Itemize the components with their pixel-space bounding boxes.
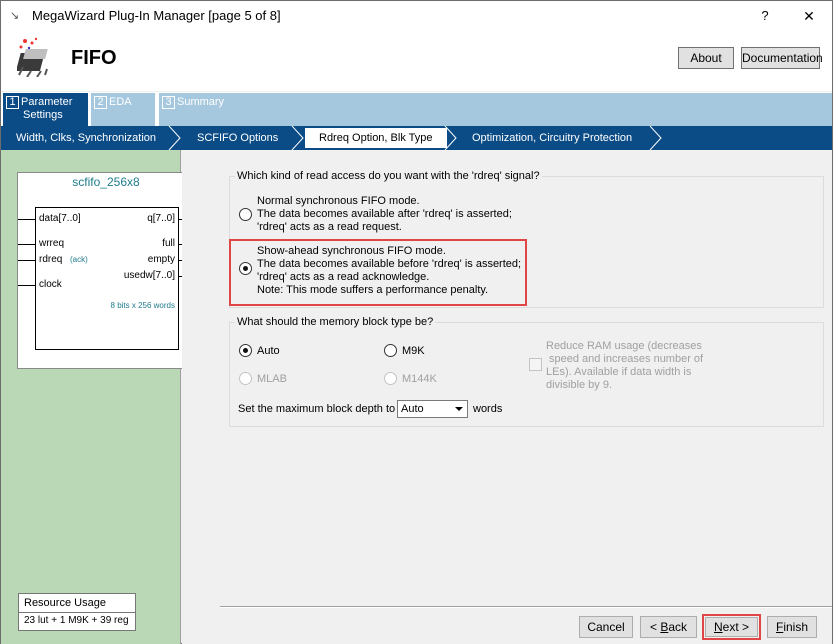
memory-auto-label: Auto: [257, 345, 280, 357]
depth-unit: words: [473, 403, 503, 415]
breadcrumb: Width, Clks, Synchronization SCFIFO Opti…: [1, 126, 832, 150]
port-wrreq: wrreq: [39, 238, 65, 249]
resource-usage-box: Resource Usage 23 lut + 1 M9K + 39 reg: [18, 593, 136, 631]
port-usedw: usedw[7..0]: [123, 270, 175, 281]
crumb-optimization[interactable]: Optimization, Circuitry Protection: [472, 126, 632, 150]
showahead-mode-radio[interactable]: [239, 262, 252, 275]
options-panel: Which kind of read access do you want wi…: [182, 150, 832, 644]
tab-strip-fill: [239, 93, 832, 127]
block-depth-value: Auto: [401, 403, 424, 415]
chevron-down-icon: [455, 407, 463, 411]
title-bar: ↘ MegaWizard Plug-In Manager [page 5 of …: [1, 1, 832, 31]
documentation-button[interactable]: Documentation: [741, 47, 823, 69]
wrreq-input-line: [18, 244, 35, 245]
back-button[interactable]: < Back: [640, 616, 697, 638]
tab-label: Summary: [177, 96, 225, 108]
help-button[interactable]: ?: [751, 5, 779, 27]
resource-usage-title: Resource Usage: [24, 597, 106, 609]
tab-number: 1: [6, 96, 19, 109]
finish-button[interactable]: Finish: [767, 616, 817, 638]
memory-m144k-radio[interactable]: [384, 372, 397, 385]
page-header: FIFO About Documentation: [1, 31, 832, 91]
crumb-scfifo-options[interactable]: SCFIFO Options: [197, 126, 278, 150]
symbol-size-note: 8 bits x 256 words: [110, 301, 175, 310]
memory-m144k-label: M144K: [402, 373, 437, 385]
about-button[interactable]: About: [678, 47, 734, 69]
data-input-line: [18, 219, 35, 220]
tab-eda[interactable]: 2 EDA: [91, 93, 155, 128]
symbol-body: data[7..0] wrreq rdreq (ack) clock q[7..…: [35, 207, 179, 350]
reduce-ram-checkbox[interactable]: [529, 358, 542, 371]
tab-label: EDA: [109, 96, 132, 108]
port-rdreq: rdreq: [39, 254, 63, 265]
page-heading: FIFO: [71, 47, 117, 69]
port-full: full: [162, 238, 175, 249]
showahead-mode-line2: The data becomes available before 'rdreq…: [257, 258, 522, 270]
footer-separator: [220, 606, 832, 608]
resource-usage-value: 23 lut + 1 M9K + 39 reg: [24, 615, 129, 626]
memory-m9k-radio[interactable]: [384, 344, 397, 357]
window-title: MegaWizard Plug-In Manager [page 5 of 8]: [32, 8, 281, 23]
showahead-mode-line4: Note: This mode suffers a performance pe…: [257, 284, 489, 296]
rdreq-input-line: [18, 260, 35, 261]
close-button[interactable]: ✕: [795, 5, 823, 27]
symbol-panel: scfifo_256x8 data[7..0] wrreq rdreq (ack…: [1, 150, 196, 644]
cancel-button[interactable]: Cancel: [579, 616, 633, 638]
port-data: data[7..0]: [39, 213, 81, 224]
tab-number: 2: [94, 96, 107, 109]
depth-label: Set the maximum block depth to: [238, 403, 396, 415]
normal-mode-radio[interactable]: [239, 208, 252, 221]
tab-parameter-settings[interactable]: 1 Parameter Settings: [3, 93, 88, 128]
tab-label: Parameter: [21, 96, 73, 108]
step-tabs: 1 Parameter Settings 2 EDA 3 Summary: [1, 92, 832, 128]
memory-mlab-label: MLAB: [257, 373, 287, 385]
normal-mode-line2: The data becomes available after 'rdreq'…: [257, 208, 512, 220]
fifo-symbol: scfifo_256x8 data[7..0] wrreq rdreq (ack…: [17, 172, 196, 369]
megawizard-logo-icon: [17, 37, 48, 77]
next-accesskey: N: [713, 620, 723, 634]
normal-mode-line1: Normal synchronous FIFO mode.: [257, 195, 420, 207]
crumb-rdreq-option[interactable]: Rdreq Option, Blk Type: [305, 128, 447, 148]
divider: [19, 612, 135, 613]
read-access-question: Which kind of read access do you want wi…: [235, 170, 542, 182]
showahead-mode-line3: 'rdreq' acts as a read acknowledge.: [257, 271, 430, 283]
back-label-prefix: <: [649, 620, 661, 634]
memory-m9k-label: M9K: [402, 345, 425, 357]
back-label-rest: ack: [668, 620, 688, 634]
port-rdreq-note: (ack): [70, 255, 88, 264]
normal-mode-line3: 'rdreq' acts as a read request.: [257, 221, 402, 233]
port-clock: clock: [39, 279, 62, 290]
reduce-ram-line3: LEs). Available if data width is: [546, 366, 692, 378]
port-q: q[7..0]: [147, 213, 175, 224]
next-button[interactable]: Next >: [705, 617, 758, 637]
chevron-right-icon: [444, 126, 457, 150]
finish-label-rest: inish: [783, 620, 809, 634]
tab-label-line2: Settings: [23, 109, 63, 121]
reduce-ram-line1: Reduce RAM usage (decreases: [546, 340, 702, 352]
chevron-right-icon: [168, 126, 181, 150]
clock-input-line: [18, 285, 35, 286]
showahead-mode-line1: Show-ahead synchronous FIFO mode.: [257, 245, 446, 257]
chevron-right-icon: [649, 126, 662, 150]
memory-block-question: What should the memory block type be?: [235, 316, 436, 328]
tab-summary[interactable]: 3 Summary: [158, 93, 239, 128]
symbol-name: scfifo_256x8: [72, 175, 140, 189]
reduce-ram-line4: divisible by 9.: [546, 379, 613, 391]
app-icon: ↘: [10, 10, 20, 22]
reduce-ram-line2: speed and increases number of: [549, 353, 704, 365]
chevron-right-icon: [291, 126, 304, 150]
next-label-rest: ext >: [722, 620, 750, 634]
megawizard-window: ↘ MegaWizard Plug-In Manager [page 5 of …: [0, 0, 833, 644]
tab-number: 3: [162, 96, 175, 109]
memory-mlab-radio[interactable]: [239, 372, 252, 385]
block-depth-select[interactable]: Auto: [397, 400, 468, 418]
crumb-width-clks[interactable]: Width, Clks, Synchronization: [16, 126, 156, 150]
port-empty: empty: [147, 254, 175, 265]
memory-auto-radio[interactable]: [239, 344, 252, 357]
